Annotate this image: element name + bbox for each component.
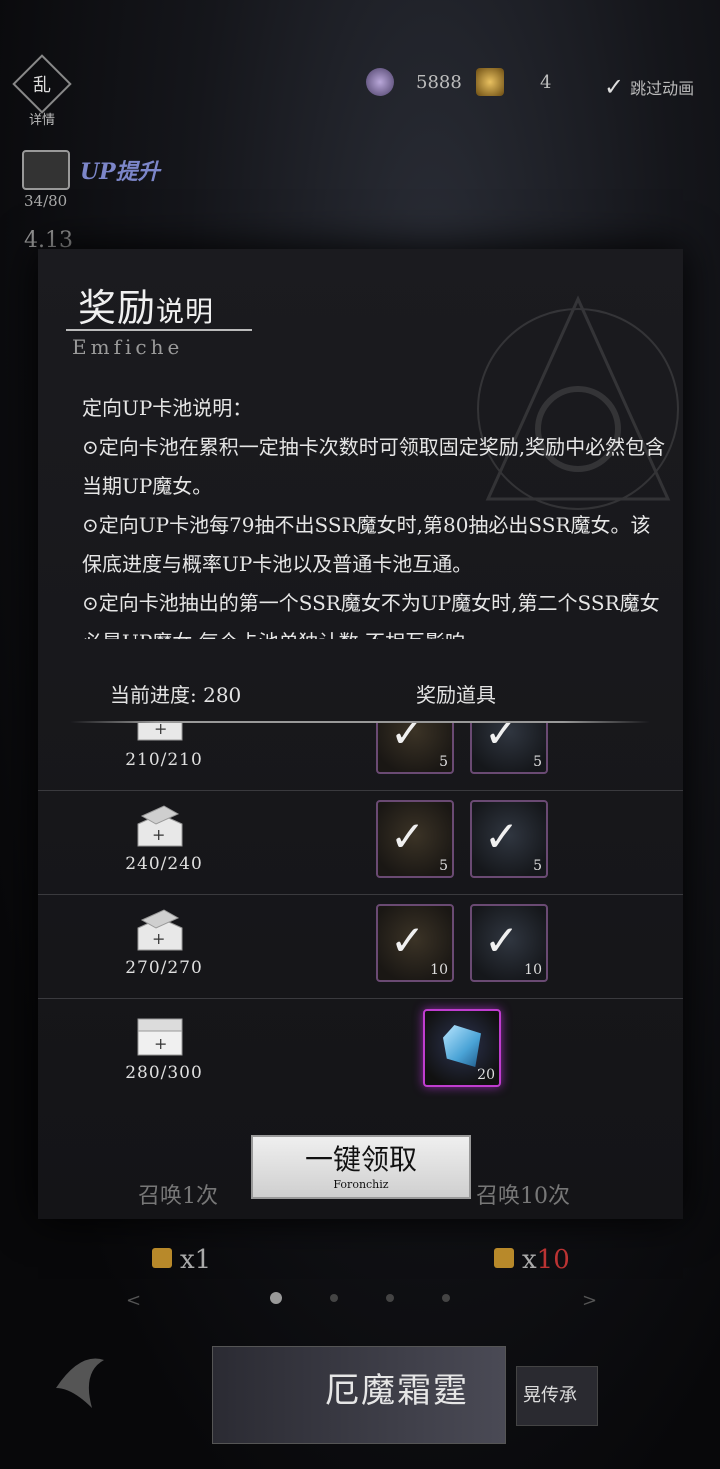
reward-row: + 280/300 20: [38, 999, 683, 1103]
ticket-currency-value: 4: [540, 71, 552, 93]
cost-10: x10: [494, 1245, 570, 1275]
up-progress: 34/80: [24, 192, 68, 210]
cost-10-value: 10: [536, 1245, 570, 1275]
pool-banner-title: 晃传承: [523, 1385, 577, 1406]
item-qty: 10: [524, 962, 542, 978]
description-line: ⊙定向UP卡池每79抽不出SSR魔女时,第80抽必出SSR魔女。该保底进度与概率…: [82, 513, 651, 576]
skip-animation-toggle[interactable]: ✓ 跳过动画: [604, 73, 694, 101]
check-icon: ✓: [390, 812, 426, 861]
cost-1: x1: [152, 1245, 211, 1275]
prev-arrow-icon[interactable]: <: [126, 1290, 141, 1311]
reward-items-header: 奖励道具: [416, 683, 496, 707]
chest-open-icon: +: [137, 909, 183, 951]
svg-text:+: +: [152, 825, 165, 844]
crystal-currency-value: 5888: [416, 71, 462, 93]
checkmark-icon: ✓: [604, 73, 625, 101]
check-icon: ✓: [390, 916, 426, 965]
page-dot[interactable]: [442, 1294, 450, 1302]
description-line: 定向UP卡池说明：: [82, 396, 253, 420]
svg-text:+: +: [152, 929, 165, 948]
row-progress: 280/300: [125, 1063, 203, 1083]
row-progress: 240/240: [125, 854, 203, 874]
cost-10-prefix: x: [522, 1245, 537, 1275]
chest-open-icon: +: [137, 805, 183, 847]
next-arrow-icon[interactable]: >: [582, 1290, 597, 1311]
check-icon: ✓: [484, 916, 520, 965]
summon-10-button[interactable]: 召唤10次: [476, 1178, 570, 1210]
description-text[interactable]: 定向UP卡池说明： ⊙定向卡池在累积一定抽卡次数时可领取固定奖励,奖励中必然包含…: [82, 389, 667, 639]
reward-item-gold-ticket[interactable]: ✓ 10: [376, 904, 454, 982]
reward-item-gold-ticket[interactable]: ✓ 5: [376, 800, 454, 878]
item-qty: 5: [533, 754, 542, 770]
claim-all-sublabel: Foronchiz: [333, 1178, 389, 1191]
skip-animation-label: 跳过动画: [630, 79, 695, 98]
description-line: ⊙定向卡池抽出的第一个SSR魔女不为UP魔女时,第二个SSR魔女必是UP魔女,每…: [82, 591, 660, 639]
pool-banner-selected[interactable]: 厄魔霜霆: [212, 1346, 506, 1444]
reward-row: + 240/240 ✓ 5 ✓ 5: [38, 790, 683, 895]
modal-title-main: 奖励: [78, 286, 157, 330]
detail-icon: 乱: [12, 54, 72, 114]
summon-1-button[interactable]: 召唤1次: [138, 1178, 218, 1210]
ticket-currency-icon: [476, 68, 504, 96]
currency-crystal[interactable]: 5888: [366, 67, 462, 97]
title-underline: [66, 329, 252, 331]
description-line: ⊙定向卡池在累积一定抽卡次数时可领取固定奖励,奖励中必然包含当期UP魔女。: [82, 435, 666, 498]
modal-subtitle: Emfiche: [72, 335, 184, 359]
currency-ticket[interactable]: 4: [476, 67, 551, 97]
up-boost-label: UP提升: [80, 159, 160, 185]
item-qty: 5: [533, 858, 542, 874]
item-qty: 5: [439, 754, 448, 770]
crystal-currency-icon: [366, 68, 394, 96]
current-progress-header: 当前进度: 280: [110, 683, 242, 707]
up-boost: UP提升: [22, 150, 160, 190]
pool-banner[interactable]: 晃传承: [516, 1366, 598, 1426]
page-dot[interactable]: [386, 1294, 394, 1302]
ticket-icon: [152, 1248, 172, 1268]
claim-all-button[interactable]: 一键领取 Foronchiz: [251, 1135, 471, 1199]
reward-item-crystal[interactable]: 20: [423, 1009, 501, 1087]
item-qty: 10: [430, 962, 448, 978]
wing-emblem-icon[interactable]: [52, 1348, 108, 1412]
top-bar: 乱 详情 5888 4 ✓ 跳过动画: [0, 45, 720, 128]
cost-1-value: x1: [180, 1245, 212, 1275]
chest-closed-icon: +: [137, 1018, 183, 1056]
reward-info-modal: 奖励说明 Emfiche 定向UP卡池说明： ⊙定向卡池在累积一定抽卡次数时可领…: [38, 249, 683, 1219]
page-dot[interactable]: [330, 1294, 338, 1302]
svg-text:+: +: [154, 1034, 167, 1053]
ticket-icon: [494, 1248, 514, 1268]
modal-title: 奖励说明: [78, 277, 214, 332]
claim-all-label: 一键领取: [304, 1143, 417, 1176]
reward-item-silver-ticket[interactable]: ✓ 10: [470, 904, 548, 982]
item-qty: 5: [439, 858, 448, 874]
page-indicator: [270, 1292, 450, 1304]
row-progress: 210/210: [125, 750, 203, 770]
item-qty: 20: [477, 1067, 495, 1083]
page-dot-active[interactable]: [270, 1292, 282, 1304]
reward-item-silver-ticket[interactable]: ✓ 5: [470, 800, 548, 878]
reward-table-header: 当前进度: 280 奖励道具: [38, 679, 683, 719]
row-progress: 270/270: [125, 958, 203, 978]
detail-button[interactable]: 乱 详情: [10, 54, 74, 128]
reward-row: + 270/270 ✓ 10 ✓ 10: [38, 894, 683, 999]
chest-icon: [22, 150, 70, 190]
header-divider: [70, 721, 650, 723]
pool-banner-title: 厄魔霜霆: [325, 1371, 469, 1411]
modal-title-suffix: 说明: [156, 295, 215, 328]
check-icon: ✓: [484, 812, 520, 861]
crystal-icon: [443, 1025, 481, 1067]
